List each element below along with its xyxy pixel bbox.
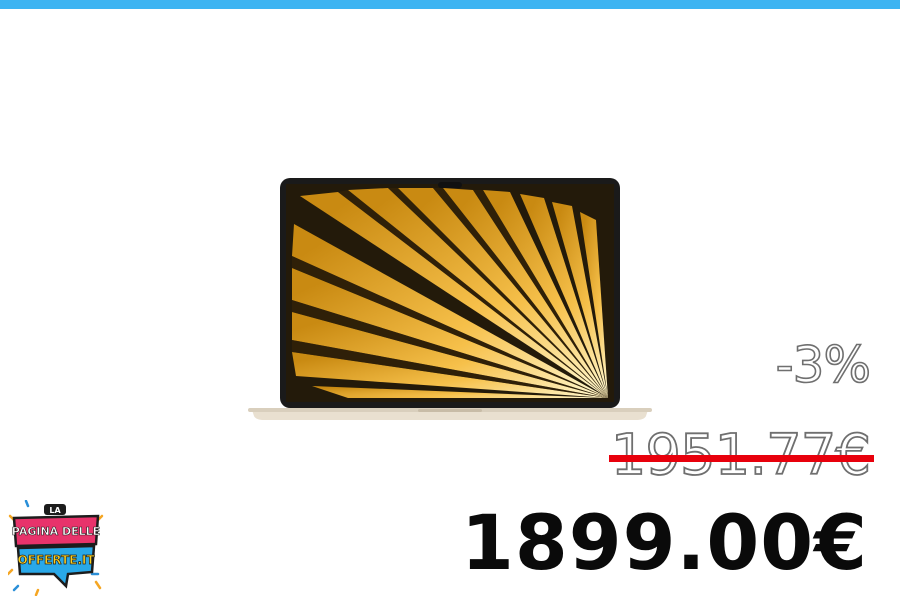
logo-text-pagina: PAGINA DELLE [12, 525, 100, 538]
la-pagina-delle-offerte-logo: LA PAGINA DELLE OFFERTE.IT [8, 500, 104, 596]
laptop-icon [248, 178, 652, 420]
logo-text-offerte: OFFERTE.IT [17, 553, 95, 567]
old-price: 1951.77€ [608, 427, 874, 484]
top-accent-bar [0, 0, 900, 9]
logo-text-la: LA [49, 506, 61, 515]
discount-badge: -3% [775, 336, 872, 394]
current-price: 1899.00€ [460, 498, 868, 587]
strikethrough-line [608, 455, 874, 462]
